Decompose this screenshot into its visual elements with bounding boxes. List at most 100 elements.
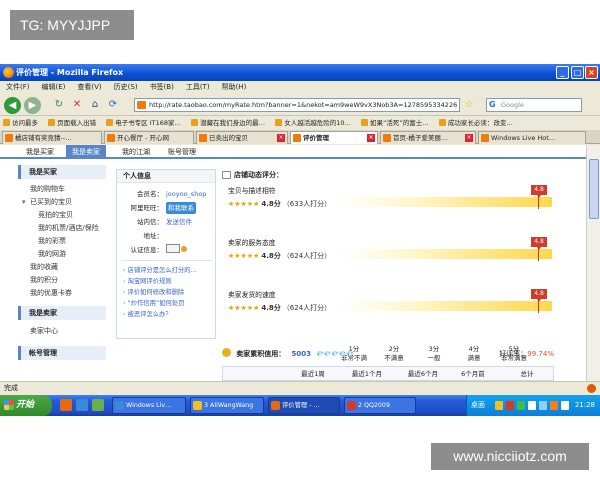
verify-label: 认证信息：: [130, 246, 164, 254]
sidebar-item-tickets[interactable]: 我的机票/酒店/保险: [18, 222, 106, 235]
faq-link[interactable]: 评价如何修改和删除: [123, 287, 217, 298]
start-button[interactable]: 开始: [0, 395, 52, 416]
tray-desktop-label[interactable]: 桌面: [471, 395, 485, 416]
vertical-scrollbar[interactable]: [586, 145, 600, 381]
sidebar-item-points[interactable]: 我的积分: [18, 274, 106, 287]
forward-icon[interactable]: ▶: [24, 97, 41, 114]
sidebar-item-auction[interactable]: 竞拍的宝贝: [18, 209, 106, 222]
minimize-button[interactable]: _: [556, 66, 569, 79]
tab-label: 开心餐厅 - 开心网: [117, 134, 169, 142]
credit-col-month: 最近1个月: [351, 370, 383, 378]
tab-close-icon[interactable]: ×: [277, 134, 285, 142]
sidebar-item-games[interactable]: 我的网游: [18, 248, 106, 261]
bookmark-item[interactable]: 访问最多: [0, 117, 43, 130]
tray-icon[interactable]: [495, 401, 503, 410]
sidebar-item-seller-center[interactable]: 卖家中心: [18, 325, 106, 338]
search-input[interactable]: G Google: [486, 98, 582, 112]
tab-seller[interactable]: 我是卖家: [66, 145, 106, 159]
taskbar-item-qq[interactable]: 2 QQ2009: [344, 397, 416, 414]
sidebar-item-lottery[interactable]: 我的彩票: [18, 235, 106, 248]
taskbar-item-firefox[interactable]: 评价管理 - …: [268, 397, 340, 414]
member-label: 会员名：: [137, 190, 163, 198]
bookmark-item[interactable]: 成功家长必读：改变…: [436, 117, 518, 130]
tab-favicon: [199, 134, 207, 142]
ie-quicklaunch-icon[interactable]: [76, 399, 88, 411]
url-input[interactable]: http://rate.taobao.com/myRate.htm?banner…: [134, 98, 460, 112]
refresh-icon[interactable]: ⟳: [106, 98, 120, 112]
maximize-button[interactable]: □: [571, 66, 584, 79]
menu-help[interactable]: 帮助(H): [216, 81, 253, 94]
sidebar-item-bought[interactable]: 已买到的宝贝: [18, 196, 106, 209]
tab-buyer[interactable]: 我是买家: [20, 145, 60, 159]
browser-tab[interactable]: 已卖出的宝贝 ×: [196, 131, 288, 144]
tab-favicon: [5, 134, 13, 142]
qq-icon: [347, 401, 356, 410]
faq-link[interactable]: 被恶评怎么办？: [123, 309, 217, 320]
scrollbar-thumb[interactable]: [589, 159, 599, 219]
tray-icon[interactable]: [550, 401, 558, 410]
tray-icon[interactable]: [506, 401, 514, 410]
system-tray: 桌面 21:28: [466, 395, 600, 416]
sidebar-item-cart[interactable]: 我的购物车: [18, 183, 106, 196]
menu-bookmarks[interactable]: 书签(B): [144, 81, 180, 94]
diamond-icon: 💎💎💎💎💎: [316, 351, 354, 358]
sidebar-item-coupons[interactable]: 我的优惠卡券: [18, 287, 106, 300]
home-icon[interactable]: ⌂: [88, 98, 102, 112]
browser-tab[interactable]: 开心餐厅 - 开心网: [104, 131, 194, 144]
tab-close-icon[interactable]: ×: [465, 134, 473, 142]
firefox-quicklaunch-icon[interactable]: [60, 399, 72, 411]
verified-badge-icon: [181, 246, 187, 252]
volume-icon[interactable]: [561, 401, 569, 410]
browser-tab-active[interactable]: 评价管理 ×: [290, 131, 378, 144]
firefox-icon: [3, 67, 14, 78]
personal-info-heading: 个人信息: [117, 170, 215, 183]
send-message-link[interactable]: 发送信件: [166, 216, 192, 228]
seller-credit-value[interactable]: 5003: [291, 350, 310, 358]
browser-tab[interactable]: 橘店铺有奖竞猜--…: [2, 131, 102, 144]
star-rating-icon: ★★★★★ 4.8分 （624人打分）: [228, 252, 332, 260]
menu-edit[interactable]: 编辑(E): [36, 81, 72, 94]
stop-icon[interactable]: ✕: [70, 98, 84, 112]
tray-icon[interactable]: [517, 401, 525, 410]
tab-close-icon[interactable]: ×: [367, 134, 375, 142]
menu-tools[interactable]: 工具(T): [180, 81, 216, 94]
faq-link[interactable]: 淘宝网评价规则: [123, 276, 217, 287]
bookmark-item[interactable]: 潜藏在我们身边的最…: [188, 117, 270, 130]
tab-account[interactable]: 账号管理: [162, 145, 202, 159]
close-button[interactable]: ×: [585, 66, 598, 79]
bookmark-item[interactable]: 女人越活越危险的10…: [272, 117, 356, 130]
status-bar: 完成: [0, 381, 600, 394]
menu-history[interactable]: 历史(S): [108, 81, 144, 94]
bookmark-item[interactable]: 如果“活死”的富士…: [358, 117, 434, 130]
browser-tab[interactable]: Windows Live Hot…: [478, 131, 586, 144]
reload-icon[interactable]: ↻: [52, 98, 66, 112]
tab-bar: 橘店铺有奖竞猜--… 开心餐厅 - 开心网 已卖出的宝贝 × 评价管理 × 首页-橘…: [0, 130, 600, 144]
browser-tab[interactable]: 首页-橘子爱美丽… ×: [380, 131, 476, 144]
taskbar-item-windows-live[interactable]: Windows Liv…: [112, 397, 186, 414]
desktop-quicklaunch-icon[interactable]: [92, 399, 104, 411]
rating-pin: [538, 247, 539, 261]
tray-icon[interactable]: [528, 401, 536, 410]
member-value[interactable]: jooyoo_shop: [166, 188, 206, 200]
addon-icon[interactable]: [587, 384, 596, 393]
bookmark-icon: [191, 119, 199, 126]
tray-icon[interactable]: [539, 401, 547, 410]
faq-link[interactable]: 店铺评分是怎么打分的…: [123, 265, 217, 276]
sub-navigation: 我是买家 我是卖家 我的江湖 账号管理: [0, 145, 586, 159]
watermark-top: TG: MYYJJPP: [10, 10, 134, 40]
bookmark-item[interactable]: 电子书专区 IT168家…: [103, 117, 186, 130]
menu-view[interactable]: 查看(V): [71, 81, 107, 94]
rating-bar: [338, 197, 552, 207]
star-bookmark-icon[interactable]: ☆: [462, 98, 476, 112]
bookmark-item[interactable]: 页面载入出错: [45, 117, 101, 130]
wangwang-row: 阿里旺旺： 和我联系: [117, 202, 217, 214]
tab-label: 首页-橘子爱美丽…: [393, 134, 448, 142]
back-icon[interactable]: ◀: [4, 97, 21, 114]
menu-file[interactable]: 文件(F): [0, 81, 36, 94]
faq-link[interactable]: “炒作信用”如何处罚: [123, 298, 217, 309]
sidebar-item-favorites[interactable]: 我的收藏: [18, 261, 106, 274]
taskbar-item-aliwangwang[interactable]: 3 AliWangWang: [190, 397, 264, 414]
rating-flag: 4.8: [531, 289, 547, 302]
wangwang-contact-button[interactable]: 和我联系: [166, 202, 196, 214]
tab-jianghu[interactable]: 我的江湖: [116, 145, 156, 159]
